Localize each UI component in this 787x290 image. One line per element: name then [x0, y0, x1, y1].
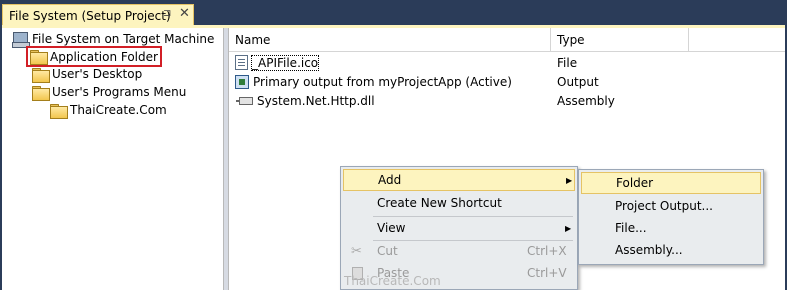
tab-title: File System (Setup Project) — [9, 8, 171, 23]
list-item[interactable]: Primary output from myProjectApp (Active… — [229, 72, 785, 91]
menu-item-label: Assembly... — [615, 243, 683, 257]
submenu-item-project-output[interactable]: Project Output... — [581, 195, 761, 217]
list-item-type: Assembly — [557, 93, 615, 108]
tree-item-users-desktop[interactable]: User's Desktop — [32, 65, 142, 83]
menu-item-label: Create New Shortcut — [377, 196, 502, 210]
list-item[interactable]: System.Net.Http.dll Assembly — [229, 91, 785, 110]
tree-root-label: File System on Target Machine — [32, 32, 215, 46]
chevron-right-icon: ▶ — [565, 223, 572, 233]
document-tab-strip: File System (Setup Project) ⊐ ✕ — [0, 0, 787, 28]
column-header-type[interactable]: Type — [551, 28, 689, 52]
menu-item-shortcut: Ctrl+V — [527, 266, 567, 280]
list-item[interactable]: _APIFile.ico File — [229, 53, 785, 72]
pin-icon[interactable]: ⊐ — [163, 8, 171, 19]
tree-item-label: Application Folder — [50, 49, 158, 64]
submenu-item-file[interactable]: File... — [581, 217, 761, 239]
scissors-icon: ✂ — [351, 243, 362, 259]
folder-icon — [32, 67, 50, 83]
menu-item-view[interactable]: View ▶ — [343, 217, 575, 239]
menu-item-label: Project Output... — [615, 199, 713, 213]
list-item-type: File — [557, 55, 578, 70]
menu-item-label: File... — [615, 221, 647, 235]
close-icon[interactable]: ✕ — [179, 6, 190, 21]
menu-item-label: Cut — [377, 244, 398, 258]
menu-item-label: View — [377, 221, 406, 235]
column-header-name[interactable]: Name — [229, 28, 551, 52]
folder-icon — [50, 103, 68, 119]
tree-item-label: User's Programs Menu — [52, 85, 187, 99]
menu-item-shortcut: Ctrl+X — [527, 244, 567, 258]
menu-item-create-new-shortcut[interactable]: Create New Shortcut — [343, 192, 575, 214]
computer-icon — [12, 32, 30, 48]
file-icon — [235, 55, 248, 70]
tree-item-label: ThaiCreate.Com — [70, 103, 167, 117]
folder-tree: File System on Target Machine Applicatio… — [2, 28, 224, 290]
menu-item-label: Add — [378, 173, 402, 187]
menu-item-cut[interactable]: ✂ Cut Ctrl+X — [343, 240, 575, 262]
list-item-name: System.Net.Http.dll — [257, 93, 375, 108]
assembly-icon — [236, 96, 253, 105]
list-item-name: _APIFile.ico — [250, 54, 320, 71]
folder-icon — [32, 85, 50, 101]
list-header: Name Type — [229, 28, 785, 52]
output-icon — [235, 74, 249, 89]
chevron-right-icon: ▶ — [566, 175, 573, 185]
tab-file-system[interactable]: File System (Setup Project) ⊐ ✕ — [2, 4, 194, 26]
tree-item-users-programs-menu[interactable]: User's Programs Menu — [32, 83, 186, 101]
submenu-item-assembly[interactable]: Assembly... — [581, 239, 761, 261]
tree-item-label: User's Desktop — [52, 67, 143, 81]
list-item-name: Primary output from myProjectApp (Active… — [253, 74, 512, 89]
add-submenu: Folder Project Output... File... Assembl… — [578, 169, 764, 265]
tree-item-thaicreate[interactable]: ThaiCreate.Com — [50, 101, 167, 119]
context-menu: Add ▶ Create New Shortcut View ▶ ✂ Cut C… — [340, 166, 578, 290]
tree-item-application-folder[interactable]: Application Folder — [26, 46, 162, 67]
folder-icon — [30, 50, 48, 65]
menu-item-add[interactable]: Add ▶ — [343, 169, 575, 191]
menu-item-label: Folder — [616, 176, 654, 190]
submenu-item-folder[interactable]: Folder — [581, 172, 761, 194]
watermark: ThaiCreate.Com — [344, 274, 441, 288]
list-item-type: Output — [557, 74, 599, 89]
